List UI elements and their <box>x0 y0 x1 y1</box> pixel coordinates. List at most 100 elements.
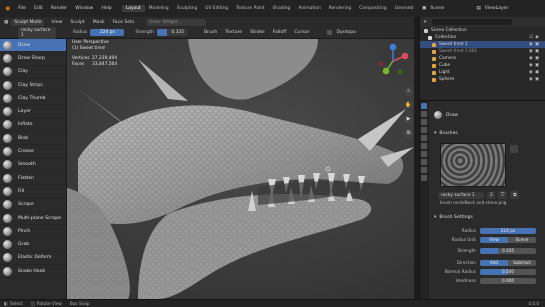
tab-layout[interactable]: Layout <box>121 5 145 12</box>
brush-settings-section-header[interactable]: ▾ Brush Settings <box>434 215 473 220</box>
scene-tab-icon[interactable] <box>421 135 427 141</box>
editor-type-icon[interactable]: ▦ <box>4 20 8 25</box>
brush-item-layer[interactable]: Layer <box>0 105 66 119</box>
viewlayer-selector[interactable]: ViewLayer <box>481 6 513 11</box>
menu-view[interactable]: View <box>47 20 66 25</box>
new-brush-icon[interactable]: ⧉ <box>510 191 520 199</box>
direction-subtract-button[interactable]: Subtract <box>508 260 536 266</box>
material-tab-icon[interactable] <box>421 167 427 173</box>
modifier-tab-icon[interactable] <box>421 159 427 165</box>
radius-unit-view-button[interactable]: View <box>480 237 508 243</box>
brush-item-clay-thumb[interactable]: Clay Thumb <box>0 92 66 106</box>
render-tab-icon[interactable] <box>421 111 427 117</box>
outliner-search-input[interactable] <box>432 19 513 25</box>
brush-item-clay[interactable]: Clay <box>0 66 66 79</box>
pan-hand-icon[interactable]: ✋ <box>404 101 413 110</box>
tab-texture-paint[interactable]: Texture Paint <box>232 5 268 12</box>
brush-item-clay-strips[interactable]: Clay Strips <box>0 79 66 93</box>
brush-item-draw-sharp[interactable]: Draw Sharp <box>0 52 66 66</box>
fake-user-icon[interactable]: ⛉ <box>498 191 508 199</box>
tab-rendering[interactable]: Rendering <box>325 5 355 12</box>
tool-tab-icon[interactable] <box>421 103 427 109</box>
tab-uv-editing[interactable]: UV Editing <box>201 5 232 12</box>
strength-value-field[interactable]: 0.335 <box>480 248 536 254</box>
blender-logo-icon[interactable]: ◉ <box>5 5 10 12</box>
brush-item-blob[interactable]: Blob <box>0 132 66 146</box>
grid-view-icon[interactable]: ⊞ <box>404 129 413 138</box>
dyntopo-label[interactable]: Dyntopo <box>332 30 360 35</box>
brush-item-elastic-deform[interactable]: Elastic Deform <box>0 252 66 266</box>
radius-field[interactable]: 224 px <box>90 29 125 36</box>
brush-user-count[interactable]: 2 <box>487 191 495 199</box>
brush-item-inflate[interactable]: Inflate <box>0 119 66 133</box>
brush-item-draw[interactable]: Draw <box>0 39 66 53</box>
brush-item-grab[interactable]: Grab <box>0 238 66 252</box>
brush-item-pinch[interactable]: Pinch <box>0 225 66 239</box>
navigation-gizmo[interactable] <box>374 42 412 80</box>
brush-preview-menu-icon[interactable] <box>510 145 518 153</box>
brush-name-field[interactable]: rocky surface 1 <box>18 26 56 39</box>
visibility-toggle-icons[interactable]: ◉▣ <box>529 49 541 54</box>
outliner-item-collection[interactable]: Collection ☑◉ <box>420 34 545 41</box>
view-layer-tab-icon[interactable] <box>421 127 427 133</box>
zoom-icon[interactable]: ⌕ <box>404 87 413 96</box>
radius-unit-scene-button[interactable]: Scene <box>508 237 536 243</box>
tab-animation[interactable]: Animation <box>294 5 324 12</box>
menu-edit[interactable]: Edit <box>30 6 47 11</box>
menu-stroke[interactable]: Stroke <box>246 30 269 35</box>
brushes-section-header[interactable]: ▾ Brushes <box>434 131 458 136</box>
menu-file[interactable]: File <box>14 6 30 11</box>
texture-tab-icon[interactable] <box>421 175 427 181</box>
camera-view-icon[interactable]: ▶ <box>404 115 413 124</box>
brush-item-flatten[interactable]: Flatten <box>0 172 66 186</box>
widget-search-input[interactable]: Enter Widget... <box>146 18 207 26</box>
strength-field[interactable]: 0.335 <box>157 29 188 36</box>
tab-modeling[interactable]: Modeling <box>145 5 173 12</box>
menu-window[interactable]: Window <box>71 6 97 11</box>
menu-mask[interactable]: Mask <box>89 20 109 25</box>
tab-sculpting[interactable]: Sculpting <box>173 5 202 12</box>
brush-name-input[interactable]: rocky surface 1 <box>438 191 484 199</box>
visibility-toggle-icons[interactable]: ◉▣ <box>529 56 541 61</box>
menu-help[interactable]: Help <box>97 6 115 11</box>
brush-texture-preview[interactable] <box>440 143 506 187</box>
visibility-toggle-icons[interactable]: ◉▣ <box>529 70 541 75</box>
menu-falloff[interactable]: Falloff <box>269 30 291 35</box>
direction-add-button[interactable]: Add <box>480 260 508 266</box>
visibility-toggle-icons[interactable]: ◉▣ <box>529 42 541 47</box>
brush-item-crease[interactable]: Crease <box>0 145 66 159</box>
mode-selector[interactable]: Sculpt Mode <box>11 18 45 26</box>
scene-selector[interactable]: Scene <box>426 6 448 11</box>
menu-render[interactable]: Render <box>47 6 71 11</box>
outliner-filter-icon[interactable]: ▾ <box>424 20 426 25</box>
output-tab-icon[interactable] <box>421 119 427 125</box>
outliner-item-sweet-tired-1-001[interactable]: Sweet tired 1.001 ◉▣ <box>420 48 545 55</box>
brush-item-scrape[interactable]: Scrape <box>0 199 66 212</box>
menu-sculpt[interactable]: Sculpt <box>66 20 88 25</box>
normal-radius-field[interactable]: 0.500 <box>480 269 536 275</box>
tab-shading[interactable]: Shading <box>269 5 295 12</box>
menu-face-sets[interactable]: Face Sets <box>109 20 139 25</box>
brush-item-fill[interactable]: Fill <box>0 185 66 199</box>
menu-texture[interactable]: Texture <box>221 30 246 35</box>
visibility-toggle-icons[interactable]: ◉▣ <box>529 63 541 68</box>
world-tab-icon[interactable] <box>421 143 427 149</box>
brush-item-smooth[interactable]: Smooth <box>0 159 66 172</box>
visibility-toggle-icons[interactable]: ☑◉ <box>529 35 541 40</box>
outliner-scene-collection[interactable]: Scene Collection <box>420 27 545 34</box>
visibility-toggle-icons[interactable]: ◉▣ <box>529 77 541 82</box>
outliner-item-sweet-tired-1[interactable]: Sweet tired 1 ◉▣ <box>420 41 545 48</box>
tab-compositing[interactable]: Compositing <box>355 5 391 12</box>
brush-item-multi-plane-scrape[interactable]: Multi-plane Scrape <box>0 212 66 226</box>
outliner-item-sphere[interactable]: Sphere ◉▣ <box>420 76 545 83</box>
menu-brush[interactable]: Brush <box>200 30 221 35</box>
tab-geometry[interactable]: Geometr <box>391 5 418 12</box>
radius-value-field[interactable]: 224 px <box>480 228 536 234</box>
object-tab-icon[interactable] <box>421 151 427 157</box>
3d-viewport[interactable] <box>18 39 414 299</box>
outliner-item-camera[interactable]: Camera ◉▣ <box>420 55 545 62</box>
hardness-field[interactable]: 0.000 <box>480 278 536 284</box>
outliner-item-light[interactable]: Light ◉▣ <box>420 69 545 76</box>
brush-item-snake-hook[interactable]: Snake Hook <box>0 265 66 279</box>
outliner-item-cube[interactable]: Cube ◉▣ <box>420 62 545 69</box>
